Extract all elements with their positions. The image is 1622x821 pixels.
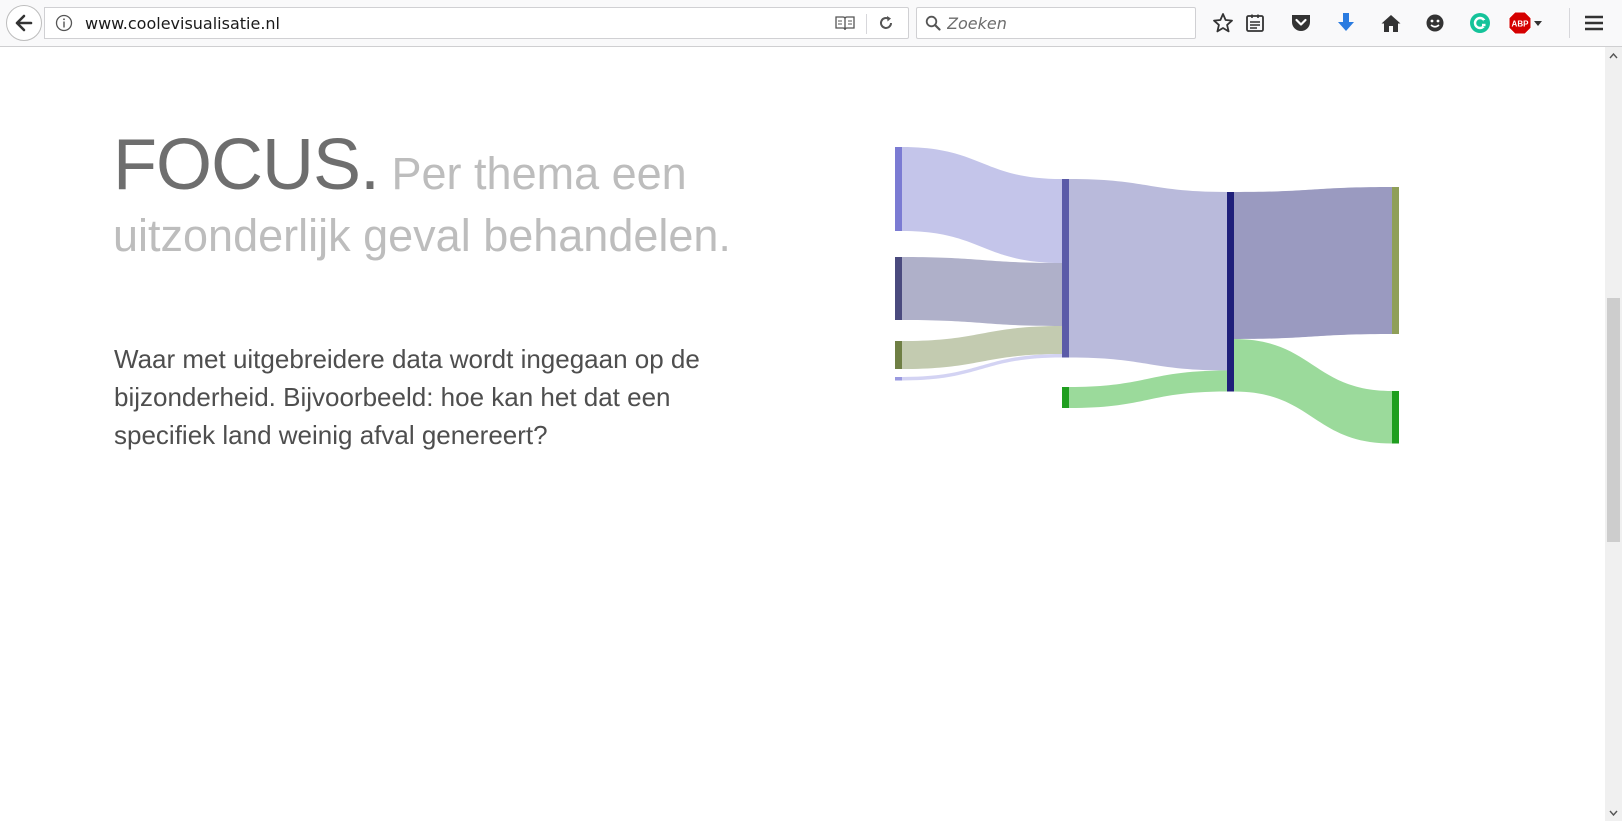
sankey-link-s2-m1 <box>902 257 1062 326</box>
sankey-node-s3 <box>895 341 902 369</box>
sankey-node-s4 <box>895 377 902 381</box>
download-button[interactable] <box>1334 11 1358 35</box>
home-button[interactable] <box>1379 11 1403 35</box>
menu-icon <box>1585 15 1603 31</box>
adblock-badge-text: ABP <box>1512 20 1530 29</box>
page-content: FOCUS. Per thema een uitzonderlijk geval… <box>0 47 1605 821</box>
back-button[interactable] <box>6 5 42 41</box>
sankey-node-t2 <box>1392 391 1399 444</box>
sankey-node-s1 <box>895 147 902 231</box>
page-headline: FOCUS. Per thema een uitzonderlijk geval… <box>113 129 733 267</box>
sankey-node-m2 <box>1062 387 1069 408</box>
grammarly-icon <box>1470 13 1490 33</box>
toolbar-separator <box>1569 8 1570 38</box>
sankey-node-m1 <box>1062 179 1069 358</box>
sankey-node-t1 <box>1392 187 1399 334</box>
grammarly-button[interactable] <box>1468 11 1492 35</box>
info-icon[interactable] <box>55 14 73 32</box>
sankey-chart <box>895 147 1399 444</box>
headline-focus: FOCUS. <box>113 125 380 205</box>
scroll-thumb[interactable] <box>1607 298 1620 542</box>
sankey-node-s2 <box>895 257 902 320</box>
sankey-link-c1-t1 <box>1234 187 1392 339</box>
chevron-up-icon <box>1609 52 1618 58</box>
arrow-left-icon <box>15 14 33 32</box>
adblock-plus-button[interactable]: ABP <box>1508 11 1544 35</box>
search-bar[interactable] <box>916 7 1196 39</box>
sankey-link-c1-t2 <box>1234 339 1392 444</box>
search-icon <box>925 15 941 31</box>
vertical-scrollbar[interactable] <box>1605 47 1622 821</box>
browser-toolbar: www.coolevisualisatie.nl ABP <box>0 0 1622 47</box>
address-bar[interactable]: www.coolevisualisatie.nl <box>44 7 909 39</box>
sankey-link-m1-c1 <box>1069 179 1227 371</box>
pocket-button[interactable] <box>1289 11 1313 35</box>
bookmark-star-icon <box>1213 13 1233 33</box>
search-input[interactable] <box>947 11 1187 35</box>
url-text[interactable]: www.coolevisualisatie.nl <box>85 14 280 33</box>
menu-button[interactable] <box>1582 11 1606 35</box>
sankey-link-m2-c1 <box>1069 370 1227 408</box>
body-paragraph: Waar met uitgebreidere data wordt ingega… <box>114 344 700 450</box>
emoji-button[interactable] <box>1423 11 1447 35</box>
reading-list-icon <box>1246 14 1264 32</box>
chevron-down-icon <box>1609 810 1618 816</box>
adblock-plus-icon: ABP <box>1508 11 1542 35</box>
reader-view-icon[interactable] <box>834 14 856 32</box>
download-icon <box>1338 13 1354 31</box>
pocket-icon <box>1292 15 1310 31</box>
bookmark-star-button[interactable] <box>1211 11 1235 35</box>
reading-list-button[interactable] <box>1243 11 1267 35</box>
sankey-node-c1 <box>1227 192 1234 392</box>
sankey-link-s3-m1 <box>902 326 1062 369</box>
emoji-icon <box>1426 14 1444 32</box>
scroll-down-button[interactable] <box>1605 804 1622 821</box>
home-icon <box>1381 15 1401 32</box>
url-separator <box>866 14 867 34</box>
sankey-link-s1-m1 <box>902 147 1062 263</box>
reload-icon[interactable] <box>877 14 895 32</box>
scroll-up-button[interactable] <box>1605 47 1622 64</box>
